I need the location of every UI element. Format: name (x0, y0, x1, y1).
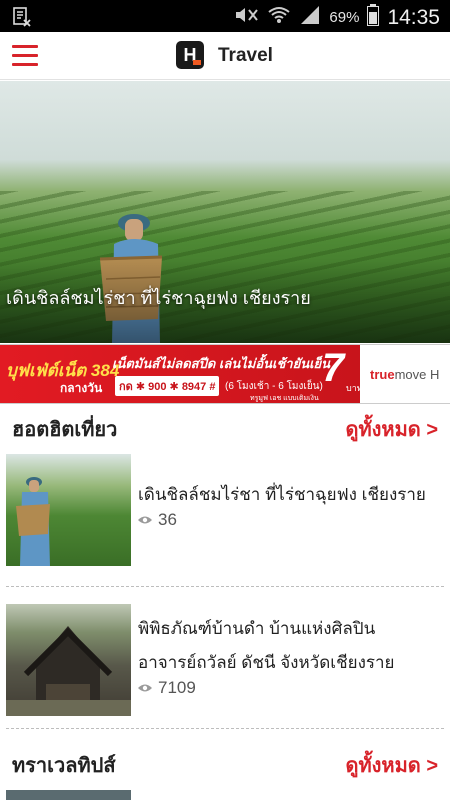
item-title: พิพิธภัณฑ์บ้านดำ บ้านแห่งศิลปิน (138, 619, 376, 638)
list-item[interactable]: เดินชิลล์ชมไร่ชา ที่ไร่ชาฉุยฟง เชียงราย … (0, 448, 450, 578)
battery-percent: 69% (329, 9, 360, 26)
notification-icon (12, 7, 32, 32)
app-logo: H (176, 41, 204, 69)
banner-subline: กลางวัน (60, 381, 103, 395)
menu-icon[interactable] (12, 45, 38, 67)
eye-icon (138, 678, 152, 698)
view-count-value: 7109 (158, 678, 196, 697)
section-title: ทราเวลทิปส์ (12, 755, 116, 777)
view-count: 36 (138, 510, 177, 530)
banner-brand: truemove H (370, 367, 439, 382)
status-bar: 69% 14:35 (0, 0, 450, 32)
section-header-hot: ฮอตฮิตเที่ยว ดูทั้งหมด > (0, 404, 450, 448)
thumbnail-image (6, 790, 131, 800)
banner-dates: (6 โมงเช้า - 6 โมงเย็น) (225, 381, 323, 392)
banner-unit: บาท (346, 383, 363, 393)
banner-note: ทรูมูฟ เอช แบบเติมเงิน (250, 395, 319, 402)
see-all-link[interactable]: ดูทั้งหมด > (345, 749, 438, 781)
item-title: เดินชิลล์ชมไร่ชา ที่ไร่ชาฉุยฟง เชียงราย (138, 485, 426, 504)
signal-icon (299, 5, 321, 30)
brand-true: true (370, 367, 395, 382)
thumbnail-image (6, 604, 131, 716)
banner-code: กด ✱ 900 ✱ 8947 # (115, 376, 220, 396)
eye-icon (138, 510, 152, 530)
hero-caption: เดินชิลล์ชมไร่ชา ที่ไร่ชาฉุยฟง เชียงราย (6, 288, 311, 308)
see-all-link[interactable]: ดูทั้งหมด > (345, 413, 438, 445)
wifi-icon (267, 5, 291, 30)
mute-icon (233, 5, 259, 30)
banner-price: 7 (322, 346, 345, 390)
view-count-value: 36 (158, 510, 177, 529)
brand-move: move H (394, 367, 440, 382)
divider (6, 728, 444, 729)
item-title-line2: อาจารย์ถวัลย์ ดัชนี จังหวัดเชียงราย (138, 653, 395, 672)
list-item[interactable]: พิพิธภัณฑ์บ้านดำ บ้านแห่งศิลปิน อาจารย์ถ… (0, 598, 450, 728)
banner-promo: เน็ตมันส์ไม่ลดสปีด เล่นไม่อั้นเช้ายันเย็… (112, 356, 331, 371)
section-header-tips: ทราเวลทิปส์ ดูทั้งหมด > (0, 740, 450, 784)
page-title: Travel (218, 45, 273, 66)
hero-carousel[interactable]: เดินชิลล์ชมไร่ชา ที่ไร่ชาฉุยฟง เชียงราย (0, 81, 450, 343)
thumbnail-image (6, 454, 131, 566)
section-title: ฮอตฮิตเที่ยว (12, 419, 118, 441)
ad-banner[interactable]: บุฟเฟ่ต์เน็ต 384 กลางวัน เน็ตมันส์ไม่ลดส… (0, 344, 450, 404)
view-count: 7109 (138, 678, 196, 698)
app-bar: H Travel (0, 32, 450, 80)
clock: 14:35 (387, 5, 440, 29)
battery-icon (367, 4, 380, 31)
divider (6, 586, 444, 587)
